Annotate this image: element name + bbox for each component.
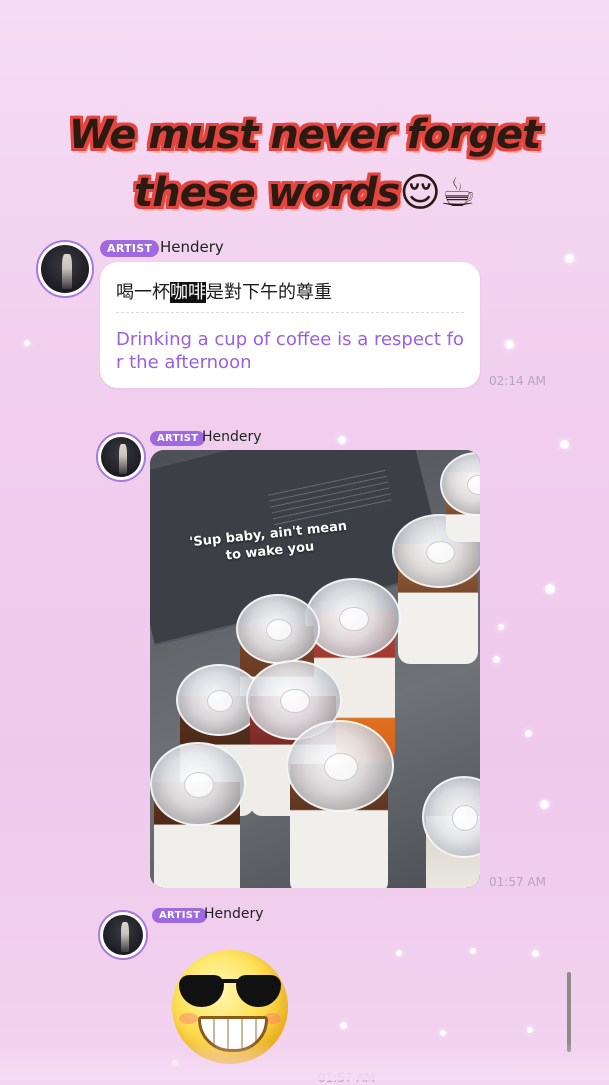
caption-line-1: We must never forget (0, 112, 609, 158)
avatar[interactable] (96, 432, 146, 482)
caption-line-2: these words😌☕ (0, 170, 609, 216)
sparkle (340, 1022, 347, 1029)
translation-text: Drinking a cup of coffee is a respect fo… (116, 329, 464, 373)
sparkle (24, 340, 30, 346)
message-text-part: 喝一杯 (116, 282, 170, 303)
sparkle (532, 950, 539, 957)
message-text-part: 是對下午的尊重 (206, 282, 332, 303)
sender-name[interactable]: Hendery (160, 238, 224, 256)
avatar[interactable] (98, 910, 148, 960)
caption-text-2: these words (134, 170, 400, 216)
scrollbar-thumb[interactable] (567, 972, 571, 1052)
highlighted-word: 咖啡 (170, 282, 206, 303)
sparkle (505, 340, 514, 349)
bottom-fade (0, 1042, 609, 1080)
artist-badge: ARTIST (100, 240, 160, 257)
caption-text-1: We must never forget (68, 112, 542, 158)
sparkle (560, 440, 569, 449)
sender-name[interactable]: Hendery (204, 906, 264, 922)
sender-name[interactable]: Hendery (202, 429, 262, 445)
sparkle (493, 656, 500, 663)
sparkle (540, 800, 549, 809)
message-text: 喝一杯咖啡是對下午的尊重 (116, 278, 332, 304)
sparkle (470, 948, 476, 954)
avatar[interactable] (36, 240, 94, 298)
relieved-coffee-emoji-icon: 😌☕ (399, 170, 476, 216)
sparkle (396, 950, 402, 956)
timestamp: 02:14 AM (489, 374, 546, 388)
photo-message[interactable]: 'Sup baby, ain't mean to wake you (150, 450, 480, 888)
sparkle (440, 1030, 446, 1036)
artist-badge: ARTIST (150, 431, 206, 446)
sparkle (498, 624, 504, 630)
sparkle (545, 584, 555, 594)
sparkle (527, 1027, 533, 1033)
sparkle (565, 254, 574, 263)
timestamp: 01:57 AM (489, 875, 546, 889)
artist-badge: ARTIST (152, 908, 208, 923)
message-bubble[interactable]: 喝一杯咖啡是對下午的尊重 Drinking a cup of coffee is… (100, 262, 480, 388)
divider (116, 312, 464, 314)
sparkle (338, 436, 346, 444)
sparkle (525, 730, 532, 737)
